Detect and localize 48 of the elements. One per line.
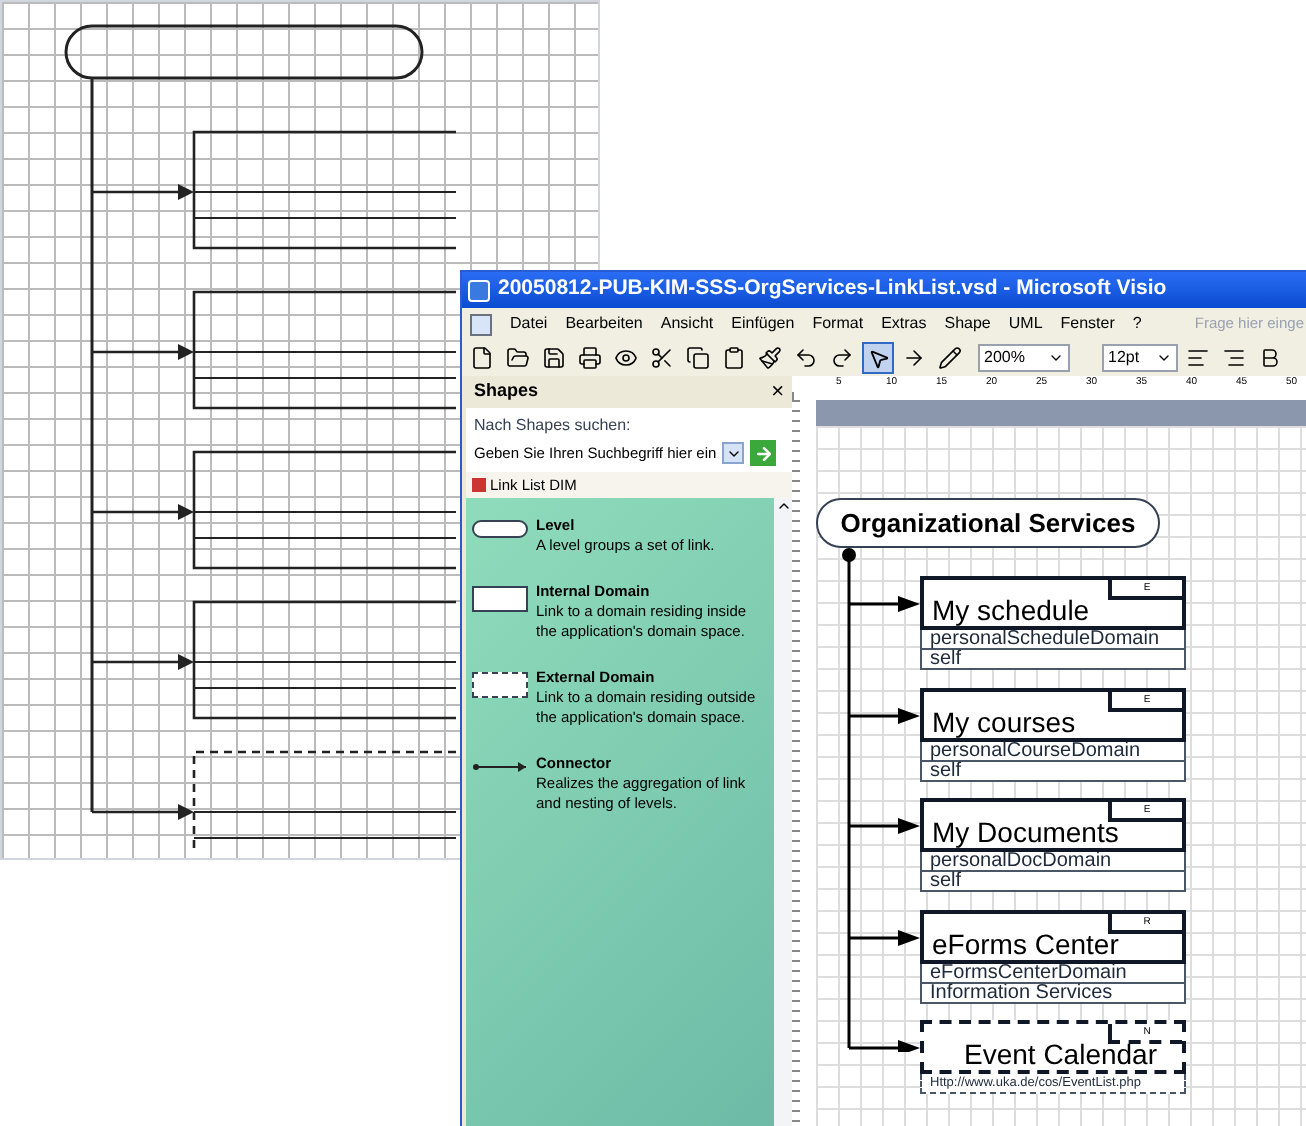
font-size-field[interactable]: 12pt (1102, 344, 1178, 372)
node-title: Event Calendar (964, 1040, 1158, 1068)
node-row: personalDocDomain (920, 852, 1186, 872)
pill-shape-icon (472, 520, 528, 538)
menu-item[interactable]: UML (1008, 312, 1043, 336)
caret-icon (1048, 350, 1064, 366)
menu-item[interactable]: Format (812, 312, 864, 336)
document-icon (470, 313, 492, 335)
menu-item[interactable]: Ansicht (660, 312, 714, 336)
menu-item[interactable]: Bearbeiten (565, 312, 643, 336)
zoom-field[interactable]: 200% (978, 344, 1070, 372)
node-title: My courses (932, 708, 1076, 736)
node-row: Information Services (920, 984, 1186, 1004)
dashed-box-shape-icon (472, 672, 528, 698)
stencil-icon (472, 478, 486, 492)
node-title: My Documents (932, 818, 1119, 846)
brush-icon[interactable] (754, 342, 786, 374)
menu-item[interactable]: Einfügen (731, 312, 795, 336)
connector-icon (472, 762, 528, 772)
panel-title: Shapes (474, 378, 539, 405)
menu-item[interactable]: Datei (510, 312, 548, 336)
close-button[interactable]: × (771, 381, 784, 403)
node-row: self (920, 650, 1186, 670)
app-icon (468, 279, 490, 301)
save-icon[interactable] (538, 342, 570, 374)
go-button[interactable] (750, 440, 777, 466)
search-label: Nach Shapes suchen: (474, 414, 633, 438)
scroll-up-icon[interactable] (775, 498, 791, 514)
copy-icon[interactable] (682, 342, 714, 374)
node-row: personalScheduleDomain (920, 630, 1186, 650)
pencil-icon[interactable] (934, 342, 966, 374)
window-title: 20050812-PUB-KIM-SSS-OrgServices-LinkList.vsd - Microsoft Visio (498, 274, 1167, 305)
menu-item[interactable]: ? (1132, 312, 1142, 336)
menu-item[interactable]: Fenster (1060, 312, 1115, 336)
node-row: self (920, 872, 1186, 892)
node-title: My schedule (932, 596, 1090, 624)
pointer-tool-button[interactable] (862, 342, 894, 374)
dropdown-button[interactable] (722, 442, 745, 464)
menu-item[interactable]: Shape (944, 312, 991, 336)
node-row: personalCourseDomain (920, 742, 1186, 762)
print-icon[interactable] (574, 342, 606, 374)
box-shape-icon (472, 586, 528, 612)
level-shape: Organizational Services (816, 498, 1160, 548)
menu-item[interactable]: Extras (881, 312, 927, 336)
caret-icon (1156, 350, 1172, 366)
node-row: eFormsCenterDomain (920, 964, 1186, 984)
node-row: self (920, 762, 1186, 782)
node-title: eForms Center (932, 930, 1119, 958)
